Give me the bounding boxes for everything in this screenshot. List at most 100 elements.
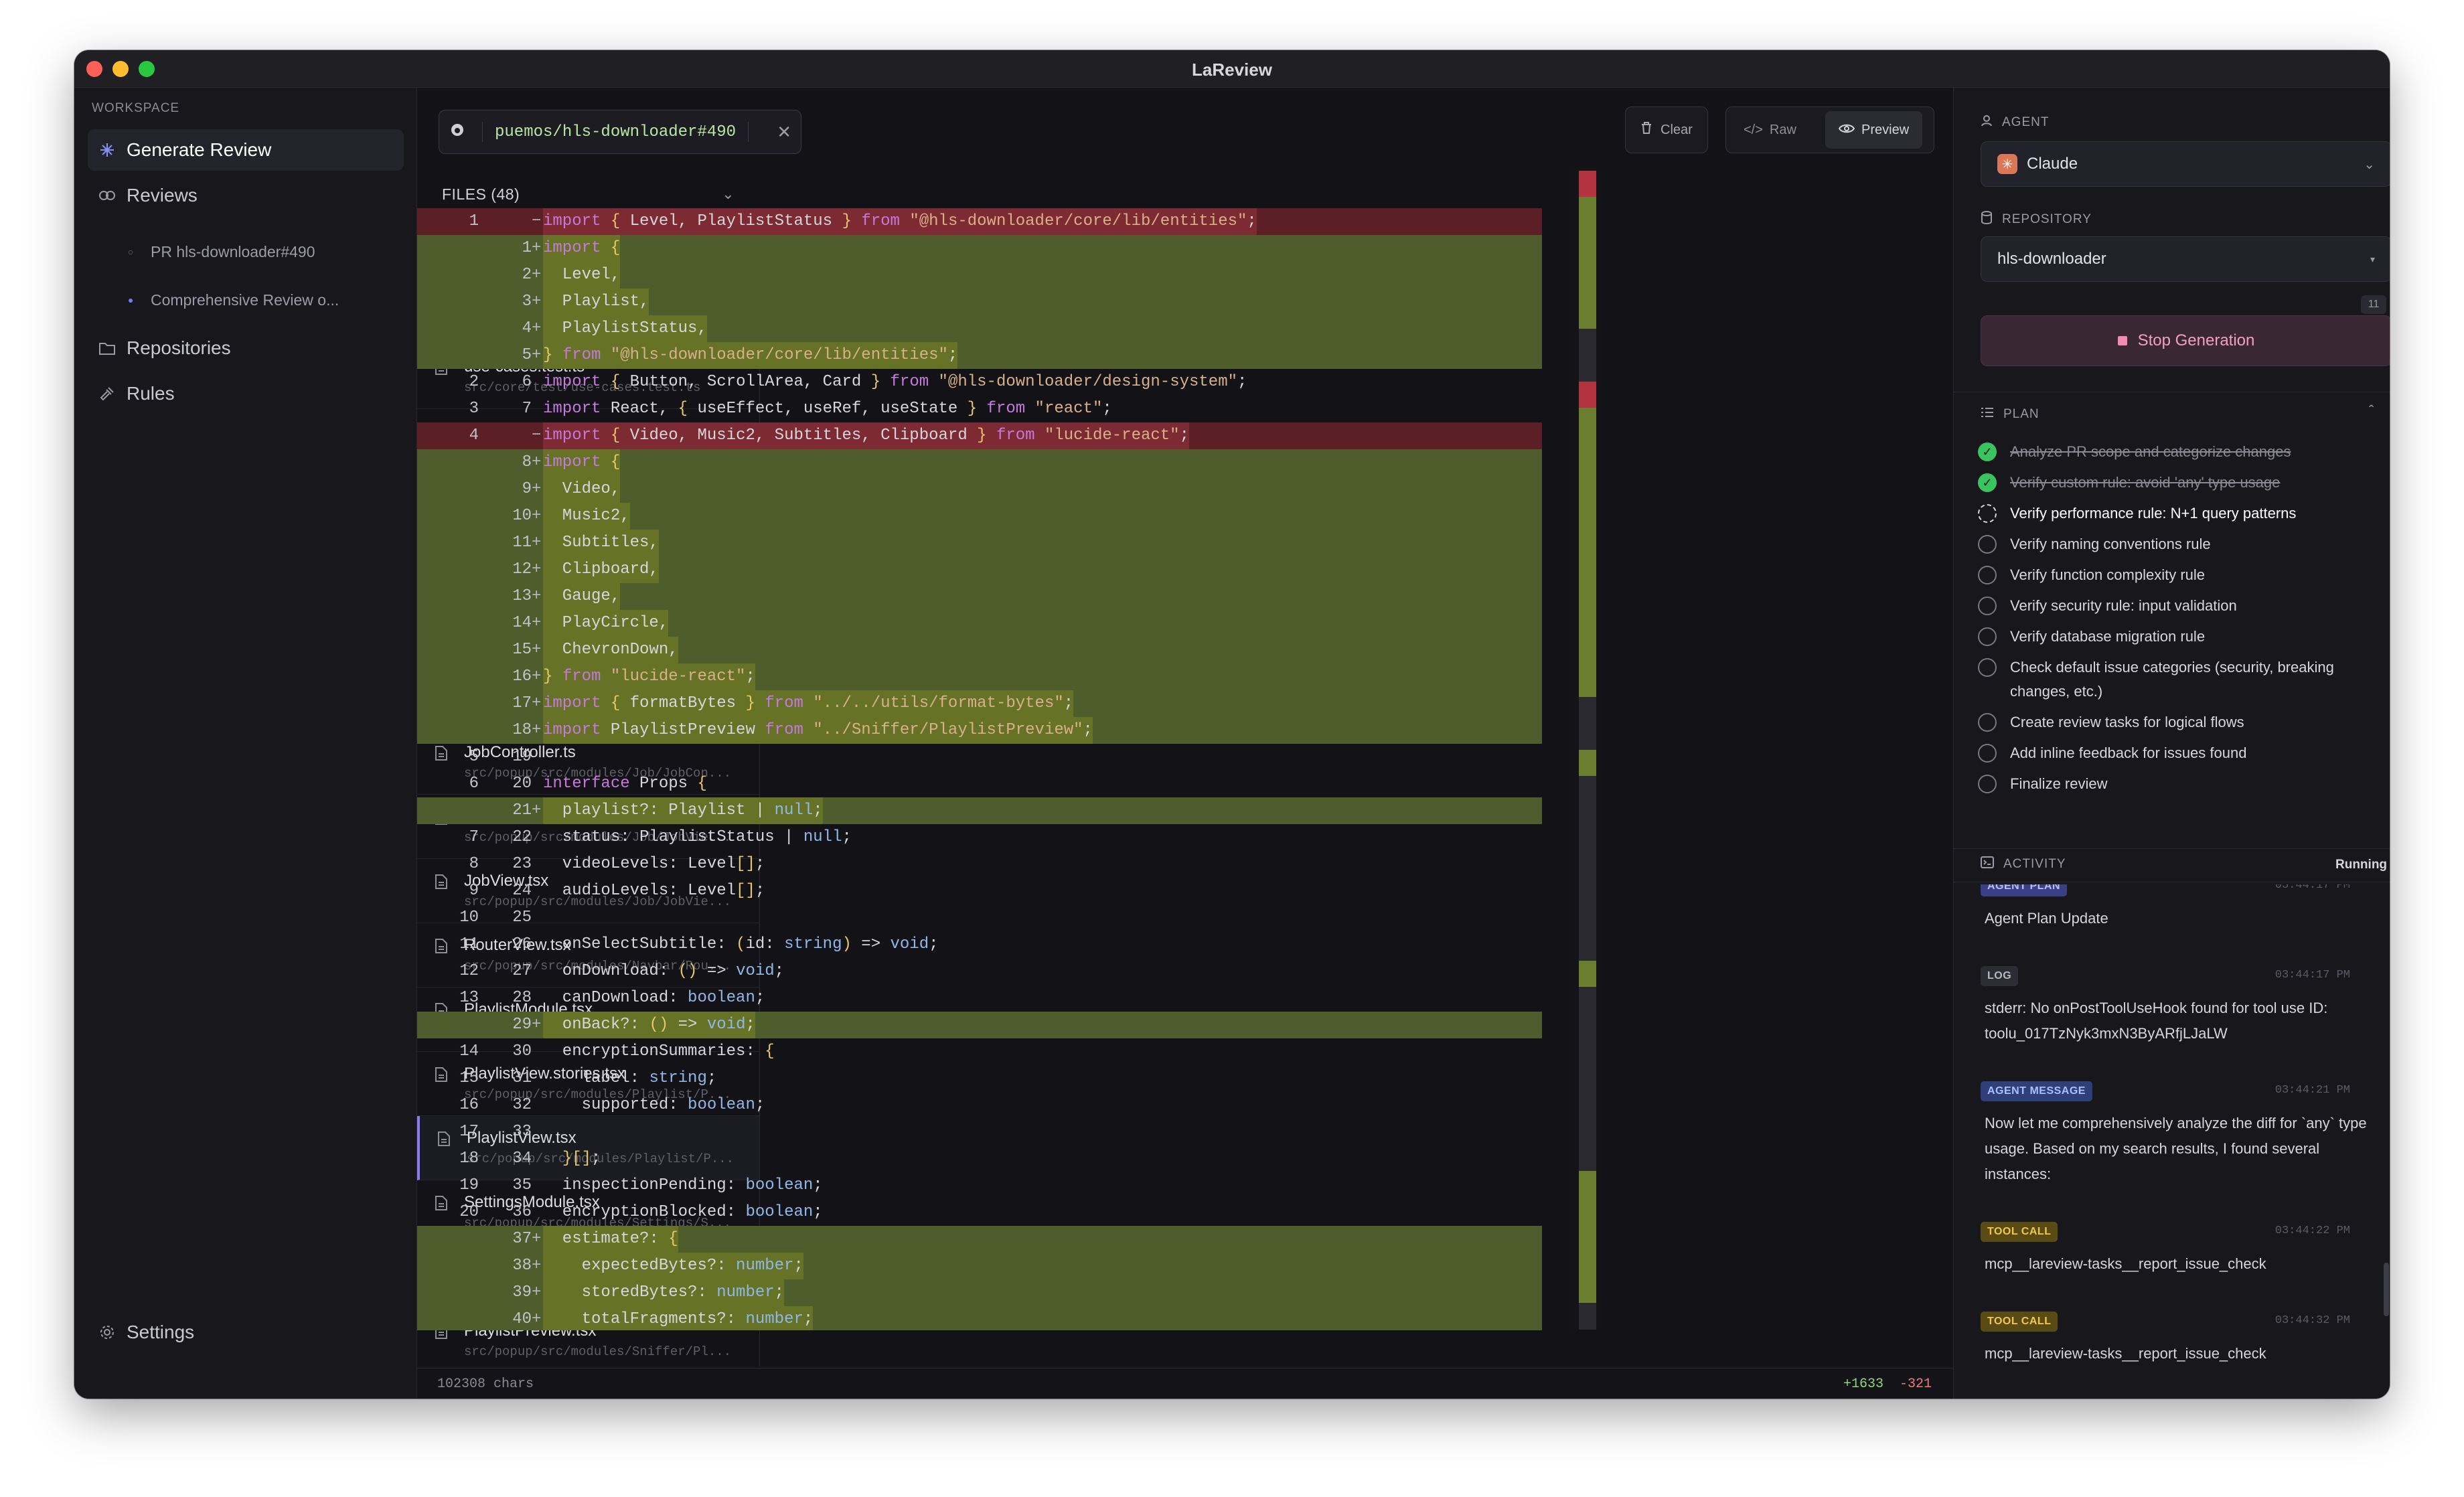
diff-line[interactable]: 17 33: [417, 1119, 1542, 1146]
diff-marker: +: [532, 534, 542, 552]
old-line-number: 19: [459, 1176, 479, 1194]
nav-settings[interactable]: Settings: [88, 1312, 404, 1353]
diff-line[interactable]: 1 + import {: [417, 235, 1542, 262]
diff-code: ChevronDown,: [543, 637, 678, 663]
plan-item-text: Add inline feedback for issues found: [2010, 744, 2247, 761]
diff-code: onDownload: () => void;: [543, 962, 785, 980]
diff-code: import { Video, Music2, Subtitles, Clipb…: [543, 422, 1189, 449]
diff-line[interactable]: 10 + Music2,: [417, 503, 1542, 530]
nav-settings-label: Settings: [127, 1322, 195, 1342]
diff-line[interactable]: 8 + import {: [417, 449, 1542, 476]
diff-line[interactable]: 14 + PlayCircle,: [417, 610, 1542, 637]
diff-code: Video,: [543, 476, 621, 503]
agent-panel: AGENT ✳ Claude ⌄ REPOSITORY hls-download…: [1953, 88, 2390, 1399]
diff-minimap[interactable]: [1571, 171, 1598, 1330]
minimap-band: [1579, 1144, 1596, 1172]
minimap-band: [1579, 355, 1596, 382]
diff-marker: +: [532, 667, 542, 686]
diff-line[interactable]: 15 + ChevronDown,: [417, 637, 1542, 663]
review-item[interactable]: ○ PR hls-downloader#490: [128, 235, 315, 268]
nav-reviews[interactable]: Reviews: [88, 175, 404, 216]
diff-line[interactable]: 4 + PlaylistStatus,: [417, 315, 1542, 342]
minimap-band: [1579, 381, 1596, 408]
diff-line[interactable]: 17 + import { formatBytes } from "../../ut…: [417, 690, 1542, 717]
diff-line[interactable]: 40 + totalFragments?: number;: [417, 1306, 1542, 1330]
diff-line[interactable]: 37 + estimate?: {: [417, 1226, 1542, 1253]
stop-generation-button[interactable]: Stop Generation: [1981, 315, 2390, 366]
nav-generate-review[interactable]: Generate Review: [88, 129, 404, 171]
diff-line[interactable]: 3 + Playlist,: [417, 289, 1542, 315]
diff-line[interactable]: 38 + expectedBytes?: number;: [417, 1253, 1542, 1279]
new-line-number: 21: [512, 801, 532, 819]
diff-line[interactable]: 6 20 interface Props {: [417, 771, 1542, 797]
diff-line[interactable]: 20 36 encryptionBlocked: boolean;: [417, 1199, 1542, 1226]
new-line-number: 9: [522, 480, 532, 498]
diff-viewer[interactable]: 1− import { Level, PlaylistStatus } from …: [417, 208, 1571, 1330]
review-item[interactable]: ● Comprehensive Review o...: [128, 283, 339, 317]
diff-line[interactable]: 18 34 }[];: [417, 1146, 1542, 1172]
preview-button[interactable]: Preview: [1825, 111, 1923, 149]
diff-line[interactable]: 18 + import PlaylistPreview from "../Sniff…: [417, 717, 1542, 744]
diff-code: import {: [543, 235, 621, 262]
activity-feed[interactable]: AGENT PLAN 03:44:17 PM Agent Plan Update LO…: [1954, 884, 2390, 1399]
diff-line[interactable]: 8 23 videoLevels: Level[];: [417, 851, 1542, 878]
diff-line[interactable]: 9 24 audioLevels: Level[];: [417, 878, 1542, 904]
event-type-badge: TOOL CALL: [1981, 1312, 2058, 1332]
diff-line[interactable]: 11 26 onSelectSubtitle: (id: string) => v…: [417, 931, 1542, 958]
minimap-band: [1579, 855, 1596, 882]
diff-line[interactable]: 15 31 label: string;: [417, 1065, 1542, 1092]
event-text: Now let me comprehensively analyze the d…: [1985, 1115, 2367, 1182]
plan-section-header[interactable]: PLAN: [1981, 406, 2039, 422]
diff-line[interactable]: 2 6 import { Button, ScrollArea, Card } fr…: [417, 369, 1542, 396]
diff-line[interactable]: 13 + Gauge,: [417, 583, 1542, 610]
diff-line[interactable]: 11 + Subtitles,: [417, 530, 1542, 556]
diff-line[interactable]: 4 − import { Video, Music2, Subtitles, Cli…: [417, 422, 1542, 449]
diff-line[interactable]: 5 +} from "@hls-downloader/core/lib/entit…: [417, 342, 1542, 369]
diff-code: onSelectSubtitle: (id: string) => void;: [543, 935, 939, 953]
diff-line[interactable]: 12 + Clipboard,: [417, 556, 1542, 583]
diff-line[interactable]: 3 7 import React, { useEffect, useRef, use…: [417, 396, 1542, 422]
diff-line[interactable]: 21 + playlist?: Playlist | null;: [417, 797, 1542, 824]
diff-line[interactable]: 16 32 supported: boolean;: [417, 1092, 1542, 1119]
chevron-down-icon[interactable]: ⌄: [722, 185, 735, 203]
diff-line[interactable]: 12 27 onDownload: () => void;: [417, 958, 1542, 985]
minimap-band: [1579, 723, 1596, 751]
close-icon[interactable]: ✕: [777, 122, 791, 143]
nav-repositories[interactable]: Repositories: [88, 327, 404, 369]
raw-button[interactable]: </> Raw: [1730, 111, 1810, 149]
nav-rules[interactable]: Rules: [88, 373, 404, 414]
minimap-band: [1579, 697, 1596, 724]
plan-item-text: Finalize review: [2010, 775, 2108, 792]
diff-line[interactable]: 19 35 inspectionPending: boolean;: [417, 1172, 1542, 1199]
diff-line[interactable]: 16 +} from "lucide-react";: [417, 663, 1542, 690]
minimap-band: [1579, 592, 1596, 619]
minimap-band: [1579, 1250, 1596, 1277]
minimap-band: [1579, 434, 1596, 461]
new-line-number: 37: [512, 1230, 532, 1248]
diff-line[interactable]: 7 22 status: PlaylistStatus | null;: [417, 824, 1542, 851]
plan-item-text: Verify naming conventions rule: [2010, 536, 2211, 552]
diff-line[interactable]: 13 28 canDownload: boolean;: [417, 985, 1542, 1012]
diff-line[interactable]: 10 25: [417, 904, 1542, 931]
agent-select[interactable]: ✳ Claude ⌄: [1981, 141, 2390, 187]
diff-code: import PlaylistPreview from "../Sniffer/…: [543, 717, 1093, 744]
diff-line[interactable]: 29 + onBack?: () => void;: [417, 1012, 1542, 1038]
diff-line[interactable]: 9 + Video,: [417, 476, 1542, 503]
diff-line[interactable]: 2 + Level,: [417, 262, 1542, 289]
diff-line[interactable]: 1 − import { Level, PlaylistStatus } from …: [417, 208, 1542, 235]
new-line-number: 3: [522, 293, 532, 311]
diff-line[interactable]: 39 + storedBytes?: number;: [417, 1279, 1542, 1306]
diff-line[interactable]: 14 30 encryptionSummaries: {: [417, 1038, 1542, 1065]
nav-generate-review-label: Generate Review: [127, 139, 272, 160]
repository-select[interactable]: hls-downloader ▾: [1981, 236, 2390, 282]
diff-line[interactable]: 5 19: [417, 744, 1542, 771]
diff-marker: +: [532, 801, 542, 819]
new-line-number: 8: [522, 453, 532, 471]
activity-scrollbar[interactable]: [2384, 1263, 2389, 1316]
clear-button[interactable]: Clear: [1625, 106, 1708, 153]
agent-section-label: AGENT: [2002, 115, 2050, 129]
activity-status: Running: [2335, 858, 2388, 872]
chevron-up-icon[interactable]: ˆ: [2369, 402, 2374, 420]
pr-reference-tag[interactable]: puemos/hls-downloader#490 ✕: [439, 110, 801, 154]
minimap-band: [1579, 328, 1596, 356]
